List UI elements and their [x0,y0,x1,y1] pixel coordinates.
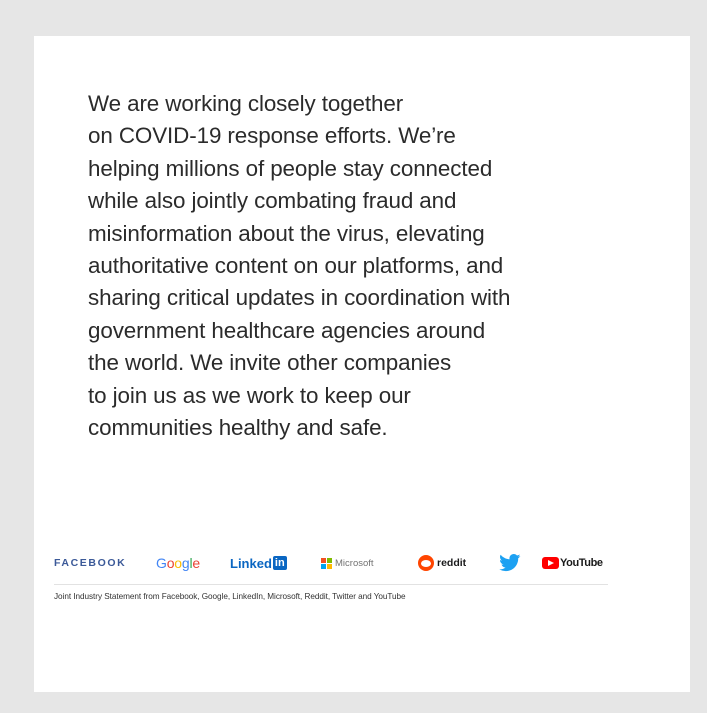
youtube-play-icon [542,557,559,569]
google-letter: o [166,555,175,571]
microsoft-logo: Microsoft [321,550,374,576]
twitter-bird-icon [499,554,521,572]
google-letter: e [192,555,200,571]
statement-line: while also jointly combating fraud and [88,188,457,214]
youtube-wordmark: YouTube [560,557,603,569]
google-logo: G o o g l e [156,550,200,576]
google-letter: g [181,555,190,571]
statement-line: on COVID-19 response efforts. We’re [88,123,456,149]
reddit-wordmark: reddit [437,557,467,569]
microsoft-wordmark: Microsoft [335,557,374,569]
statement-line: We are working closely together [88,91,404,116]
statement-line: the world. We invite other companies [88,350,452,376]
statement-caption: Joint Industry Statement from Facebook, … [54,592,406,601]
google-letter: G [156,555,167,571]
statement-line: government healthcare agencies around [88,317,486,343]
logo-divider [54,584,608,585]
statement-line: communities healthy and safe. [88,415,388,441]
linkedin-wordmark: Linked [230,555,272,571]
statement-line: to join us as we work to keep our [88,382,411,408]
statement-text: We are working closely together on COVID… [88,88,668,444]
linkedin-in-box: in [272,556,287,570]
youtube-logo: YouTube [542,550,603,576]
reddit-alien-icon [418,555,434,571]
reddit-logo: reddit [418,550,466,576]
facebook-wordmark: FACEBOOK [54,557,127,569]
company-logos-row: FACEBOOK G o o g l e Linked in Microsoft… [54,550,608,576]
statement-line: helping millions of people stay connecte… [88,155,493,181]
facebook-logo: FACEBOOK [54,550,126,576]
microsoft-windows-icon [321,557,332,569]
google-letter: o [174,555,182,571]
statement-line: authoritative content on our platforms, … [88,253,504,279]
statement-line: sharing critical updates in coordination… [88,285,511,311]
statement-line: misinformation about the virus, elevatin… [88,220,485,246]
linkedin-logo: Linked in [230,550,287,576]
twitter-logo [499,550,521,576]
